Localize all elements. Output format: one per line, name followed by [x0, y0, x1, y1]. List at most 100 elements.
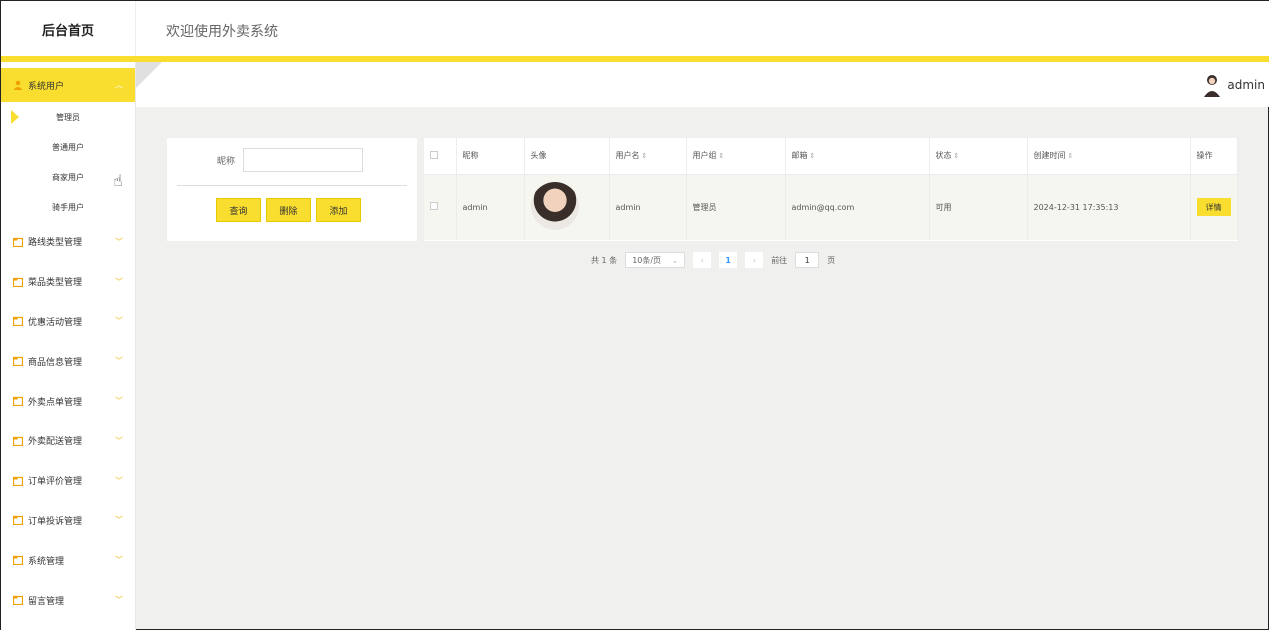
- col-username-label: 用户名: [615, 151, 640, 161]
- select-all-checkbox[interactable]: [430, 150, 438, 159]
- sidebar-group-label: 留言管理: [28, 596, 65, 607]
- user-menu[interactable]: admin: [1202, 73, 1265, 97]
- folder-icon: [13, 237, 23, 247]
- sort-icon: ⇕: [953, 152, 960, 161]
- pagination: 共 1 条 10条/页 ⌄ ‹ 1 › 前往 1 页: [591, 252, 835, 268]
- sidebar-group-item[interactable]: 商品信息管理 ﹀: [1, 341, 135, 381]
- divider: [177, 185, 407, 186]
- chevron-down-icon: ﹀: [115, 595, 123, 605]
- chevron-down-icon: ﹀: [115, 277, 123, 287]
- page-number-current[interactable]: 1: [719, 252, 738, 268]
- sort-icon: ⇕: [1067, 152, 1074, 161]
- sort-icon: ⇕: [718, 152, 725, 161]
- top-bar: 后台首页 欢迎使用外卖系统: [1, 1, 1269, 57]
- col-created[interactable]: 创建时间 ⇕: [1027, 138, 1191, 175]
- page-size-value: 10条/页: [632, 255, 662, 265]
- sidebar-group-label: 外卖配送管理: [28, 437, 83, 448]
- sidebar-group-label: 路线类型管理: [28, 238, 83, 249]
- detail-button[interactable]: 详情: [1196, 198, 1231, 217]
- cell-status: 可用: [929, 174, 1028, 240]
- page-size-select[interactable]: 10条/页 ⌄: [625, 252, 686, 268]
- goto-label: 前往: [771, 255, 788, 265]
- sidebar-group-label: 菜品类型管理: [28, 278, 83, 289]
- sidebar-group-item[interactable]: 订单投诉管理 ﹀: [1, 501, 135, 541]
- sidebar-group-item[interactable]: 外卖点单管理 ﹀: [1, 381, 135, 421]
- col-group[interactable]: 用户组 ⇕: [686, 138, 786, 175]
- sidebar-group-label: 商品信息管理: [28, 357, 83, 368]
- page-suffix: 页: [827, 255, 836, 265]
- sidebar-item-admin[interactable]: 管理员: [1, 102, 135, 132]
- col-username[interactable]: 用户名 ⇕: [609, 138, 687, 175]
- col-status[interactable]: 状态 ⇕: [929, 138, 1028, 175]
- cell-action: 详情: [1190, 174, 1238, 240]
- sidebar-group-item[interactable]: 外卖配送管理 ﹀: [1, 421, 135, 461]
- user-avatar-icon: [1204, 75, 1221, 97]
- col-created-label: 创建时间: [1033, 151, 1066, 161]
- action-buttons: 查询 删除 添加: [216, 198, 361, 222]
- sub-header: admin: [136, 62, 1269, 107]
- sidebar-item-label: 管理员: [56, 112, 80, 122]
- active-marker-icon: [11, 110, 19, 124]
- chevron-down-icon: ﹀: [115, 436, 123, 446]
- prev-page-button[interactable]: ‹: [693, 252, 712, 268]
- col-email-label: 邮箱: [791, 151, 808, 161]
- sidebar-group-system-users[interactable]: 系统用户 ︿: [1, 68, 135, 102]
- nickname-filter: 昵称: [217, 148, 364, 172]
- sidebar-item-label: 普通用户: [52, 142, 84, 152]
- chevron-down-icon: ﹀: [115, 555, 123, 565]
- sidebar-submenu: 管理员 普通用户 商家用户 骑手用户: [1, 102, 135, 222]
- chevron-down-icon: ﹀: [115, 237, 123, 247]
- folder-icon: [13, 357, 23, 367]
- col-nickname: 昵称: [456, 138, 525, 175]
- col-avatar: 头像: [524, 138, 610, 175]
- sidebar-group-item[interactable]: 菜品类型管理 ﹀: [1, 262, 135, 302]
- sidebar-group-label: 系统管理: [28, 556, 65, 567]
- add-button[interactable]: 添加: [316, 198, 361, 222]
- sidebar-group-label: 系统用户: [28, 81, 65, 92]
- cell-created: 2024-12-31 17:35:13: [1027, 174, 1191, 240]
- sidebar-group-item[interactable]: 路线类型管理 ﹀: [1, 222, 135, 262]
- sidebar-item-rider-users[interactable]: 骑手用户: [1, 192, 135, 222]
- folder-icon: [13, 516, 23, 526]
- sidebar-group-item[interactable]: 系统管理 ﹀: [1, 540, 135, 580]
- next-page-button[interactable]: ›: [745, 252, 764, 268]
- sidebar-group-label: 优惠活动管理: [28, 317, 83, 328]
- home-link[interactable]: 后台首页: [1, 1, 136, 57]
- folder-icon: [13, 277, 23, 287]
- collapse-toggle[interactable]: [136, 62, 162, 88]
- total-count: 共 1 条: [591, 255, 618, 265]
- folder-icon: [13, 556, 23, 566]
- chevron-down-icon: ﹀: [115, 396, 123, 406]
- sidebar-group-item[interactable]: 留言管理 ﹀: [1, 580, 135, 620]
- chevron-down-icon: ﹀: [115, 476, 123, 486]
- sidebar-group-label: 外卖点单管理: [28, 397, 83, 408]
- search-panel: 昵称 查询 删除 添加: [167, 138, 417, 241]
- sort-icon: ⇕: [641, 152, 648, 161]
- row-checkbox[interactable]: [430, 202, 438, 211]
- cell-email: admin@qq.com: [785, 174, 930, 240]
- goto-page-input[interactable]: 1: [795, 252, 820, 268]
- chevron-up-icon: ︿: [115, 80, 123, 90]
- folder-icon: [13, 317, 23, 327]
- sidebar-item-label: 商家用户: [52, 172, 84, 182]
- sort-icon: ⇕: [809, 152, 816, 161]
- welcome-title: 欢迎使用外卖系统: [166, 24, 278, 40]
- delete-button[interactable]: 删除: [266, 198, 311, 222]
- sidebar-group-item[interactable]: 订单评价管理 ﹀: [1, 461, 135, 501]
- nickname-input[interactable]: [243, 148, 364, 172]
- folder-icon: [13, 595, 23, 606]
- sidebar-item-normal-users[interactable]: 普通用户: [1, 132, 135, 162]
- query-button[interactable]: 查询: [216, 198, 261, 222]
- chevron-down-icon: ﹀: [115, 515, 123, 525]
- sidebar-item-label: 骑手用户: [52, 202, 84, 212]
- sidebar-group-item[interactable]: 优惠活动管理 ﹀: [1, 302, 135, 342]
- col-email[interactable]: 邮箱 ⇕: [785, 138, 930, 175]
- nickname-label: 昵称: [217, 156, 236, 167]
- sidebar-group-label: 订单评价管理: [28, 477, 83, 488]
- username: admin: [1227, 78, 1265, 92]
- table-row: admin admin 管理员 admin@qq.com 可用 2024-12-…: [424, 174, 1238, 240]
- col-action: 操作: [1190, 138, 1238, 175]
- sidebar: 系统用户 ︿ 管理员 普通用户 商家用户 骑手用户 路线类型管理 ﹀ 菜品类型管理 ﹀…: [1, 62, 136, 630]
- chevron-down-icon: ﹀: [115, 356, 123, 366]
- folder-icon: [13, 396, 23, 407]
